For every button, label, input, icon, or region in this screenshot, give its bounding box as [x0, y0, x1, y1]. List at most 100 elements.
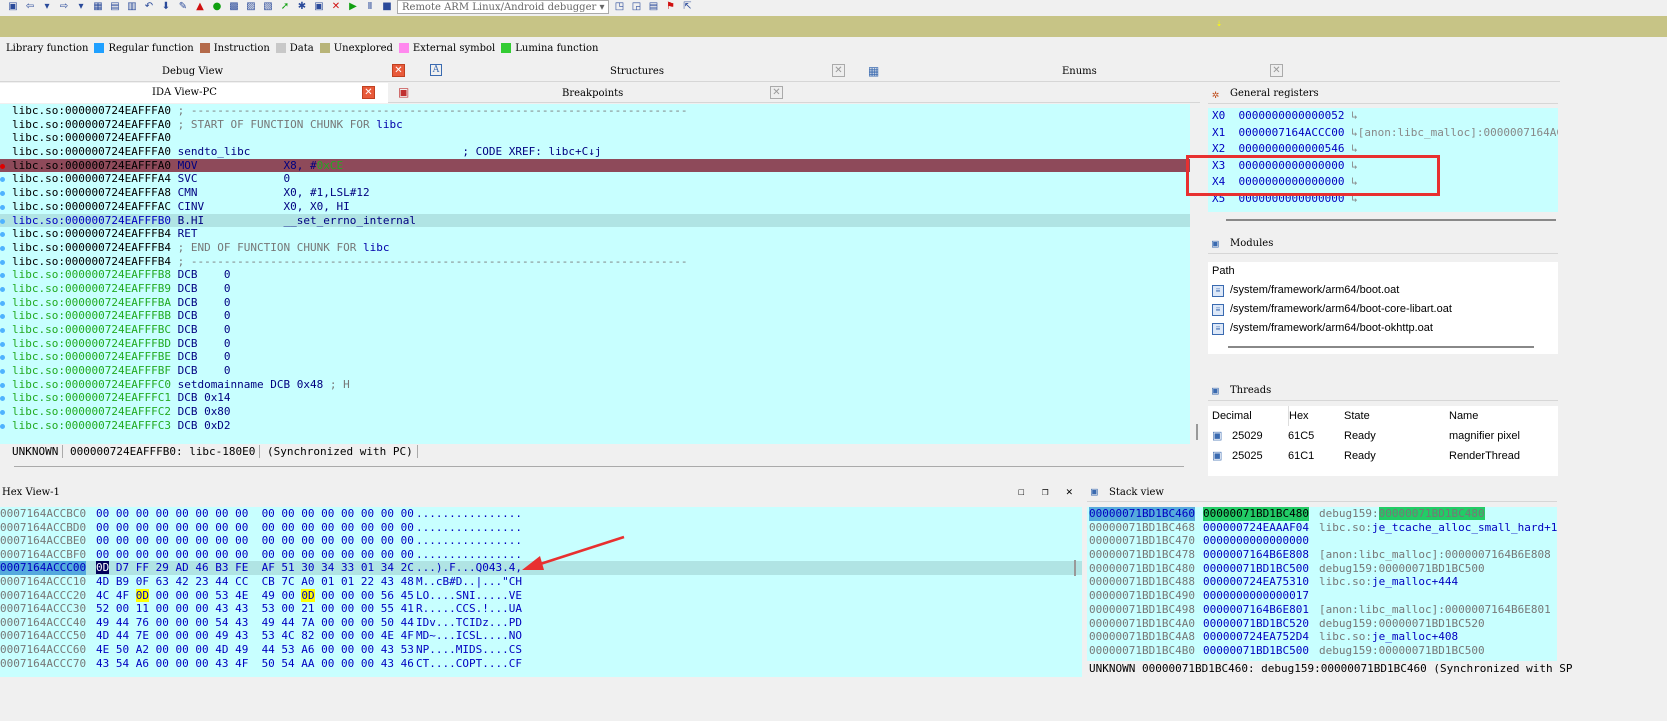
restore-icon[interactable]: ❐: [1042, 485, 1049, 498]
graph-icon[interactable]: ▨: [244, 1, 258, 13]
green-circle-icon[interactable]: ●: [210, 1, 224, 13]
breakpoint-marker[interactable]: [0, 369, 5, 375]
disasm-line[interactable]: libc.so:000000724EAFFFB4 RET: [0, 227, 1190, 241]
hex-scrollbar[interactable]: [1074, 560, 1076, 576]
breakpoint-marker[interactable]: [0, 382, 5, 388]
trace-icon[interactable]: ✱: [295, 1, 309, 13]
disasm-line[interactable]: libc.so:000000724EAFFFC2 DCB 0x80: [0, 405, 1190, 419]
disasm-line[interactable]: libc.so:000000724EAFFFA0 sendto_libc ; C…: [0, 145, 1190, 159]
disasm-line[interactable]: libc.so:000000724EAFFFBA DCB 0: [0, 296, 1190, 310]
breakpoint-marker[interactable]: [0, 177, 5, 183]
disasm-line[interactable]: libc.so:000000724EAFFFC3 DCB 0xD2: [0, 419, 1190, 433]
thread-row[interactable]: ▣ 25029 61C5 Ready magnifier pixel: [1208, 426, 1558, 446]
stack-row[interactable]: 00000071BD1BC478 0000007164B6E808 [anon:li…: [1087, 548, 1557, 562]
hex-row[interactable]: 0007164ACCC70 43 54 A6 00 00 00 43 4F 50 …: [0, 657, 1082, 671]
breakpoint-marker[interactable]: [0, 341, 5, 347]
breakpoint-marker[interactable]: [0, 396, 5, 402]
thread-row[interactable]: ▣ 25025 61C1 Ready RenderThread: [1208, 446, 1558, 466]
breakpoint-marker[interactable]: [0, 245, 5, 251]
dropdown-icon[interactable]: ▾: [74, 1, 88, 13]
warning-icon[interactable]: ▲: [193, 1, 207, 13]
hex-row[interactable]: 0007164ACCBD0 00 00 00 00 00 00 00 00 00 …: [0, 521, 1082, 535]
disasm-line[interactable]: libc.so:000000724EAFFFA0: [0, 131, 1190, 145]
ida-scrollbar[interactable]: [1196, 424, 1198, 440]
close-debug-view-icon[interactable]: ✕: [392, 64, 405, 77]
forward-icon[interactable]: ⇨: [57, 1, 71, 13]
column-hex[interactable]: Hex: [1288, 406, 1309, 426]
step-into-icon[interactable]: ◳: [612, 1, 626, 13]
undo-icon[interactable]: ↶: [142, 1, 156, 13]
disasm-line[interactable]: libc.so:000000724EAFFFC0 setdomainname D…: [0, 378, 1190, 392]
tab-debug-view[interactable]: Debug View: [162, 66, 223, 77]
hex-row[interactable]: 0007164ACCC20 4C 4F 0D 00 00 00 53 4E 49 …: [0, 588, 1082, 603]
stack-row[interactable]: 00000071BD1BC490 0000000000000017: [1087, 589, 1557, 603]
register-row[interactable]: X0 0000000000000052 ↳: [1208, 108, 1558, 125]
close-icon[interactable]: ✕: [1066, 485, 1073, 498]
stack-view[interactable]: 00000071BD1BC460 00000071BD1BC480 debug159…: [1087, 507, 1557, 661]
hex-row[interactable]: 0007164ACCC10 4D B9 0F 63 42 23 44 CC CB …: [0, 575, 1082, 589]
down-arrow-icon[interactable]: ⬇: [159, 1, 173, 13]
jump-arrow-icon[interactable]: ↳: [1344, 126, 1358, 139]
register-row[interactable]: X1 0000007164ACCC00 ↳[anon:libc_malloc]:…: [1208, 125, 1558, 142]
jump-arrow-icon[interactable]: ↳: [1344, 142, 1358, 155]
column-state[interactable]: State: [1344, 406, 1370, 426]
minimize-icon[interactable]: ☐: [1018, 485, 1025, 498]
breakpoint-marker[interactable]: [0, 218, 5, 224]
breakpoint-marker[interactable]: [0, 259, 5, 265]
modules-hscroll[interactable]: [1228, 346, 1534, 348]
structs-icon[interactable]: ▤: [108, 1, 122, 13]
stack-row[interactable]: 00000071BD1BC480 00000071BD1BC500 debug159…: [1087, 562, 1557, 576]
hex-row[interactable]: 0007164ACCC50 4D 44 7E 00 00 00 49 43 53 …: [0, 629, 1082, 643]
step-over-icon[interactable]: ◲: [629, 1, 643, 13]
back-icon[interactable]: ⇦: [23, 1, 37, 13]
close-enums-icon[interactable]: ✕: [1270, 64, 1283, 77]
hex-row[interactable]: 0007164ACCC30 52 00 11 00 00 00 43 43 53 …: [0, 602, 1082, 616]
hex-row[interactable]: 0007164ACCC40 49 44 76 00 00 00 54 43 49 …: [0, 616, 1082, 630]
disasm-line[interactable]: libc.so:000000724EAFFFBF DCB 0: [0, 364, 1190, 378]
dropdown-icon[interactable]: ▾: [40, 1, 54, 13]
breakpoint-marker[interactable]: [0, 286, 5, 292]
disasm-line[interactable]: libc.so:000000724EAFFFBD DCB 0: [0, 337, 1190, 351]
breakpoint-marker[interactable]: [0, 314, 5, 320]
disasm-line[interactable]: libc.so:000000724EAFFFB4 ; -------------…: [0, 255, 1190, 269]
tab-ida-view[interactable]: IDA View-PC: [152, 87, 217, 98]
breakpoint-marker[interactable]: [0, 410, 5, 416]
close-breakpoints-icon[interactable]: ✕: [770, 86, 783, 99]
module-row[interactable]: ≡/system/framework/arm64/boot-okhttp.oat: [1208, 319, 1558, 338]
play-icon[interactable]: ▶: [346, 1, 360, 13]
flag-icon[interactable]: ⚑: [663, 1, 677, 13]
run-to-icon[interactable]: ➚: [278, 1, 292, 13]
tab-enums[interactable]: Enums: [1062, 66, 1097, 77]
navigation-band[interactable]: [0, 16, 1667, 37]
breakpoint-marker[interactable]: [0, 328, 5, 333]
disasm-line[interactable]: libc.so:000000724EAFFFBE DCB 0: [0, 350, 1190, 364]
column-name[interactable]: Name: [1449, 406, 1478, 426]
module-row[interactable]: ≡/system/framework/arm64/boot-core-libar…: [1208, 300, 1558, 319]
close-structures-icon[interactable]: ✕: [832, 64, 845, 77]
hex-view[interactable]: 0007164ACCBC0 00 00 00 00 00 00 00 00 00 …: [0, 507, 1082, 677]
disasm-line[interactable]: libc.so:000000724EAFFFA4 SVC 0: [0, 172, 1190, 186]
disasm-line[interactable]: libc.so:000000724EAFFFAC CINV X0, X0, HI: [0, 200, 1190, 214]
breakpoint-marker[interactable]: [0, 273, 5, 279]
debugger-select[interactable]: Remote ARM Linux/Android debugger ▾: [397, 0, 610, 14]
tab-breakpoints[interactable]: Breakpoints: [562, 88, 623, 99]
disasm-line[interactable]: libc.so:000000724EAFFFA0 ; START OF FUNC…: [0, 118, 1190, 132]
tool-icon[interactable]: ✎: [176, 1, 190, 13]
disasm-line[interactable]: libc.so:000000724EAFFFB4 ; END OF FUNCTI…: [0, 241, 1190, 255]
breakpoint-marker[interactable]: [0, 191, 5, 197]
disasm-line[interactable]: libc.so:000000724EAFFFA8 CMN X0, #1,LSL#…: [0, 186, 1190, 200]
column-decimal[interactable]: Decimal: [1212, 406, 1252, 426]
settings-icon[interactable]: ▤: [646, 1, 660, 13]
close-ida-view-icon[interactable]: ✕: [362, 86, 375, 99]
segments-icon[interactable]: ▦: [91, 1, 105, 13]
tab-structures[interactable]: Structures: [610, 66, 664, 77]
nav-icon[interactable]: ⇱: [680, 1, 694, 13]
disasm-line[interactable]: libc.so:000000724EAFFFC1 DCB 0x14: [0, 391, 1190, 405]
module-row[interactable]: ≡/system/framework/arm64/boot.oat: [1208, 281, 1558, 300]
stop-icon[interactable]: ■: [380, 1, 394, 13]
breakpoint-marker[interactable]: [0, 355, 5, 361]
stack-row[interactable]: 00000071BD1BC498 0000007164B6E801 [anon:li…: [1087, 603, 1557, 617]
save-icon[interactable]: ▣: [6, 1, 20, 13]
disasm-line[interactable]: libc.so:000000724EAFFFBC DCB 0: [0, 323, 1190, 337]
disasm-line[interactable]: libc.so:000000724EAFFFA0 MOV X8, #0xCE: [0, 158, 1190, 173]
